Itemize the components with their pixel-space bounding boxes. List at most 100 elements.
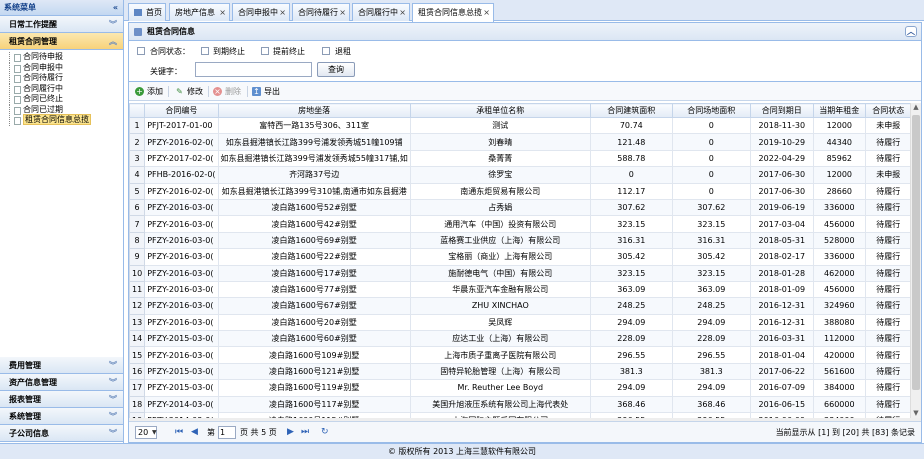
lease-return-checkbox[interactable] <box>322 47 330 55</box>
table-row[interactable]: 6 PFZY-2016-03-0(凌白路1600号52#别墅 占秀娟 307.62 30… <box>129 198 912 217</box>
table-row[interactable]: 12 PFZY-2016-03-0(凌白路1600号67#别墅 ZHU XINCHA… <box>129 297 912 315</box>
table-row[interactable]: 5 PFZY-2016-02-0(如东县掘港镇长江路399号310铺,南通市如东县… <box>129 182 912 200</box>
table-cell: PFZY-2014-03-0( <box>144 395 219 414</box>
file-icon <box>14 96 21 104</box>
table-row[interactable]: 11 PFZY-2016-03-0(凌白路1600号77#别墅 华晨东亚汽车金融有限… <box>129 280 912 299</box>
keyword-input[interactable] <box>195 62 312 77</box>
table-cell: 待履行 <box>864 379 912 397</box>
column-header[interactable]: 合同状态 <box>864 103 912 118</box>
prev-page-icon[interactable]: ◀ <box>191 426 198 439</box>
file-icon <box>14 64 21 73</box>
tree-item-declaring[interactable]: 合同申报中 <box>7 62 123 74</box>
table-cell: 如东县掘港镇长江路399号浦发领秀城55幢317铺,如 <box>217 149 411 168</box>
row-number-header <box>129 103 146 118</box>
dropdown-arrow-icon[interactable]: ▼ <box>152 426 157 439</box>
table-cell: 蓝格赛工业供应（上海）有限公司 <box>409 231 591 250</box>
tab-bar: 首页 房地产信息 × 合同申报中 × 合同待履行 × 合同履行中 × 租赁合同信… <box>124 0 924 22</box>
tab-home[interactable]: 首页 <box>128 3 166 21</box>
collapse-sidebar-icon[interactable]: « <box>113 0 118 16</box>
tab-declaring[interactable]: 合同申报中 × <box>232 3 290 21</box>
tree-item-pending-declare[interactable]: 合同待申报 <box>7 52 123 63</box>
row-number: 11 <box>129 280 146 299</box>
table-cell: 0 <box>671 166 751 184</box>
table-cell: 凌白路1600号77#别墅 <box>217 280 411 299</box>
early-terminate-checkbox[interactable] <box>261 47 269 55</box>
first-page-icon[interactable]: ⏮ <box>175 426 183 439</box>
column-header[interactable]: 承租单位名称 <box>409 103 591 118</box>
table-row[interactable]: 18 PFZY-2014-03-0(凌白路1600号117#别墅 美国升旭液压系统有… <box>129 395 912 414</box>
sidebar-section-daily-reminders[interactable]: 日常工作提醒 ︾ <box>0 16 123 33</box>
add-button[interactable]: + 添加 <box>135 85 163 98</box>
column-header[interactable]: 合同建筑面积 <box>589 103 673 118</box>
sidebar-section-fees[interactable]: 费用管理 ︾ <box>0 357 123 374</box>
column-header[interactable]: 当期年租金 <box>812 103 866 118</box>
scroll-thumb[interactable] <box>912 115 920 390</box>
tree-item-pending-fulfill[interactable]: 合同待履行 <box>7 73 123 84</box>
sidebar-section-label: 日常工作提醒 <box>9 20 57 29</box>
table-row[interactable]: 16 PFZY-2015-03-0(凌白路1600号121#别墅 固特异轮胎管理（上… <box>129 362 912 381</box>
table-cell: 2018-11-30 <box>749 116 814 135</box>
table-row[interactable]: 13 PFZY-2016-03-0(凌白路1600号20#别墅 吴凤辉 294.09 2… <box>129 313 912 332</box>
table-row[interactable]: 2 PFZY-2016-02-0(如东县掘港镇长江路399号浦发领秀城51幢109… <box>129 133 912 151</box>
sidebar-section-assets[interactable]: 资产信息管理 ︾ <box>0 374 123 391</box>
keyword-label: 关键字： <box>150 67 182 76</box>
table-cell: 吴凤辉 <box>409 313 591 332</box>
tree-item-lease-overview[interactable]: 租赁合同信息总揽 <box>7 114 123 126</box>
table-row[interactable]: 4 PFHB-2016-02-0(齐河路37号边 徐罗宝 0 0 2017-06-30 12… <box>129 166 912 184</box>
close-icon[interactable]: × <box>279 4 286 21</box>
column-header[interactable]: 合同到期日 <box>749 103 814 118</box>
expire-terminate-checkbox[interactable] <box>201 47 209 55</box>
page-number-input[interactable]: 1 <box>218 426 236 439</box>
table-cell: 2019-10-29 <box>749 133 814 151</box>
tree-item-terminated[interactable]: 合同已终止 <box>7 94 123 105</box>
table-row[interactable]: 14 PFZY-2015-03-0(凌白路1600号60#别墅 应达工业（上海）有限… <box>129 330 912 348</box>
scroll-up-icon[interactable]: ▲ <box>911 103 921 114</box>
table-row[interactable]: 8 PFZY-2016-03-0(凌白路1600号69#别墅 蓝格赛工业供应（上海）… <box>129 231 912 250</box>
table-row[interactable]: 1 PFJT-2017-01-00 富特西一路135号306、311室 测试 70.74… <box>129 116 912 135</box>
export-button[interactable]: ↥ 导出 <box>252 85 280 98</box>
next-page-icon[interactable]: ▶ <box>287 426 294 439</box>
delete-button[interactable]: × 删除 <box>213 85 241 98</box>
last-page-icon[interactable]: ⏭ <box>301 426 309 439</box>
toolbar: + 添加 ✎ 修改 × 删除 ↥ 导出 <box>129 82 921 101</box>
close-icon[interactable]: × <box>219 4 226 21</box>
column-header[interactable]: 房地坐落 <box>217 103 411 118</box>
sidebar-section-system[interactable]: 系统管理 ︾ <box>0 408 123 425</box>
tab-real-estate[interactable]: 房地产信息 × <box>169 3 230 21</box>
table-row[interactable]: 3 PFZY-2017-02-0(如东县掘港镇长江路399号浦发领秀城55幢317… <box>129 149 912 168</box>
table-cell: 0 <box>671 133 751 151</box>
collapse-panel-icon[interactable]: ︿ <box>905 26 917 37</box>
sidebar-section-subsidiaries[interactable]: 子公司信息 ︾ <box>0 425 123 442</box>
table-cell: 323.15 <box>671 264 751 282</box>
pagination-bar: 20 ▼ ⏮ ◀ 第 1 页 共 5 页 ▶ ⏭ ↻ 当前显示从 [1] 到 [… <box>129 421 921 442</box>
row-number: 17 <box>129 379 146 397</box>
table-cell: PFZY-2015-03-0( <box>144 330 219 348</box>
column-header[interactable]: 合同场地面积 <box>671 103 751 118</box>
vertical-scrollbar[interactable]: ▲ ▼ <box>910 103 921 420</box>
edit-button[interactable]: ✎ 修改 <box>175 85 203 98</box>
tab-fulfilling[interactable]: 合同履行中 × <box>352 3 410 21</box>
table-row[interactable]: 15 PFZY-2016-03-0(凌白路1600号109#别墅 上海市质子重离子医… <box>129 346 912 364</box>
tab-pending-fulfill[interactable]: 合同待履行 × <box>292 3 350 21</box>
table-row[interactable]: 17 PFZY-2015-03-0(凌白路1600号119#别墅 Mr. Reuth… <box>129 379 912 397</box>
query-button[interactable]: 查询 <box>317 62 355 77</box>
table-cell: 588.78 <box>589 149 673 168</box>
table-cell: 2018-05-31 <box>749 231 814 250</box>
sidebar-section-label: 租赁合同管理 <box>9 37 57 46</box>
tree-item-fulfilling[interactable]: 合同履行中 <box>7 83 123 95</box>
close-icon[interactable]: × <box>483 4 490 21</box>
sidebar-section-lease-contracts[interactable]: 租赁合同管理 ︽ <box>0 33 123 50</box>
table-row[interactable]: 7 PFZY-2016-03-0(凌白路1600号42#别墅 通用汽车（中国）投资有… <box>129 215 912 233</box>
column-header[interactable]: 合同编号 <box>144 103 219 118</box>
tab-label: 合同履行中 <box>358 8 398 17</box>
close-icon[interactable]: × <box>339 4 346 21</box>
table-row[interactable]: 9 PFZY-2016-03-0(凌白路1600号22#别墅 宝格丽（商业）上海有限… <box>129 248 912 266</box>
sidebar-section-reports[interactable]: 报表管理 ︾ <box>0 391 123 408</box>
row-number: 2 <box>129 133 146 151</box>
table-row[interactable]: 10 PFZY-2016-03-0(凌白路1600号17#别墅 施耐德电气（中国）有… <box>129 264 912 282</box>
close-icon[interactable]: × <box>399 4 406 21</box>
file-icon <box>14 54 21 62</box>
refresh-icon[interactable]: ↻ <box>321 426 329 439</box>
status-checkbox[interactable] <box>137 47 145 55</box>
tab-lease-overview[interactable]: 租赁合同信息总揽 × <box>412 3 494 22</box>
